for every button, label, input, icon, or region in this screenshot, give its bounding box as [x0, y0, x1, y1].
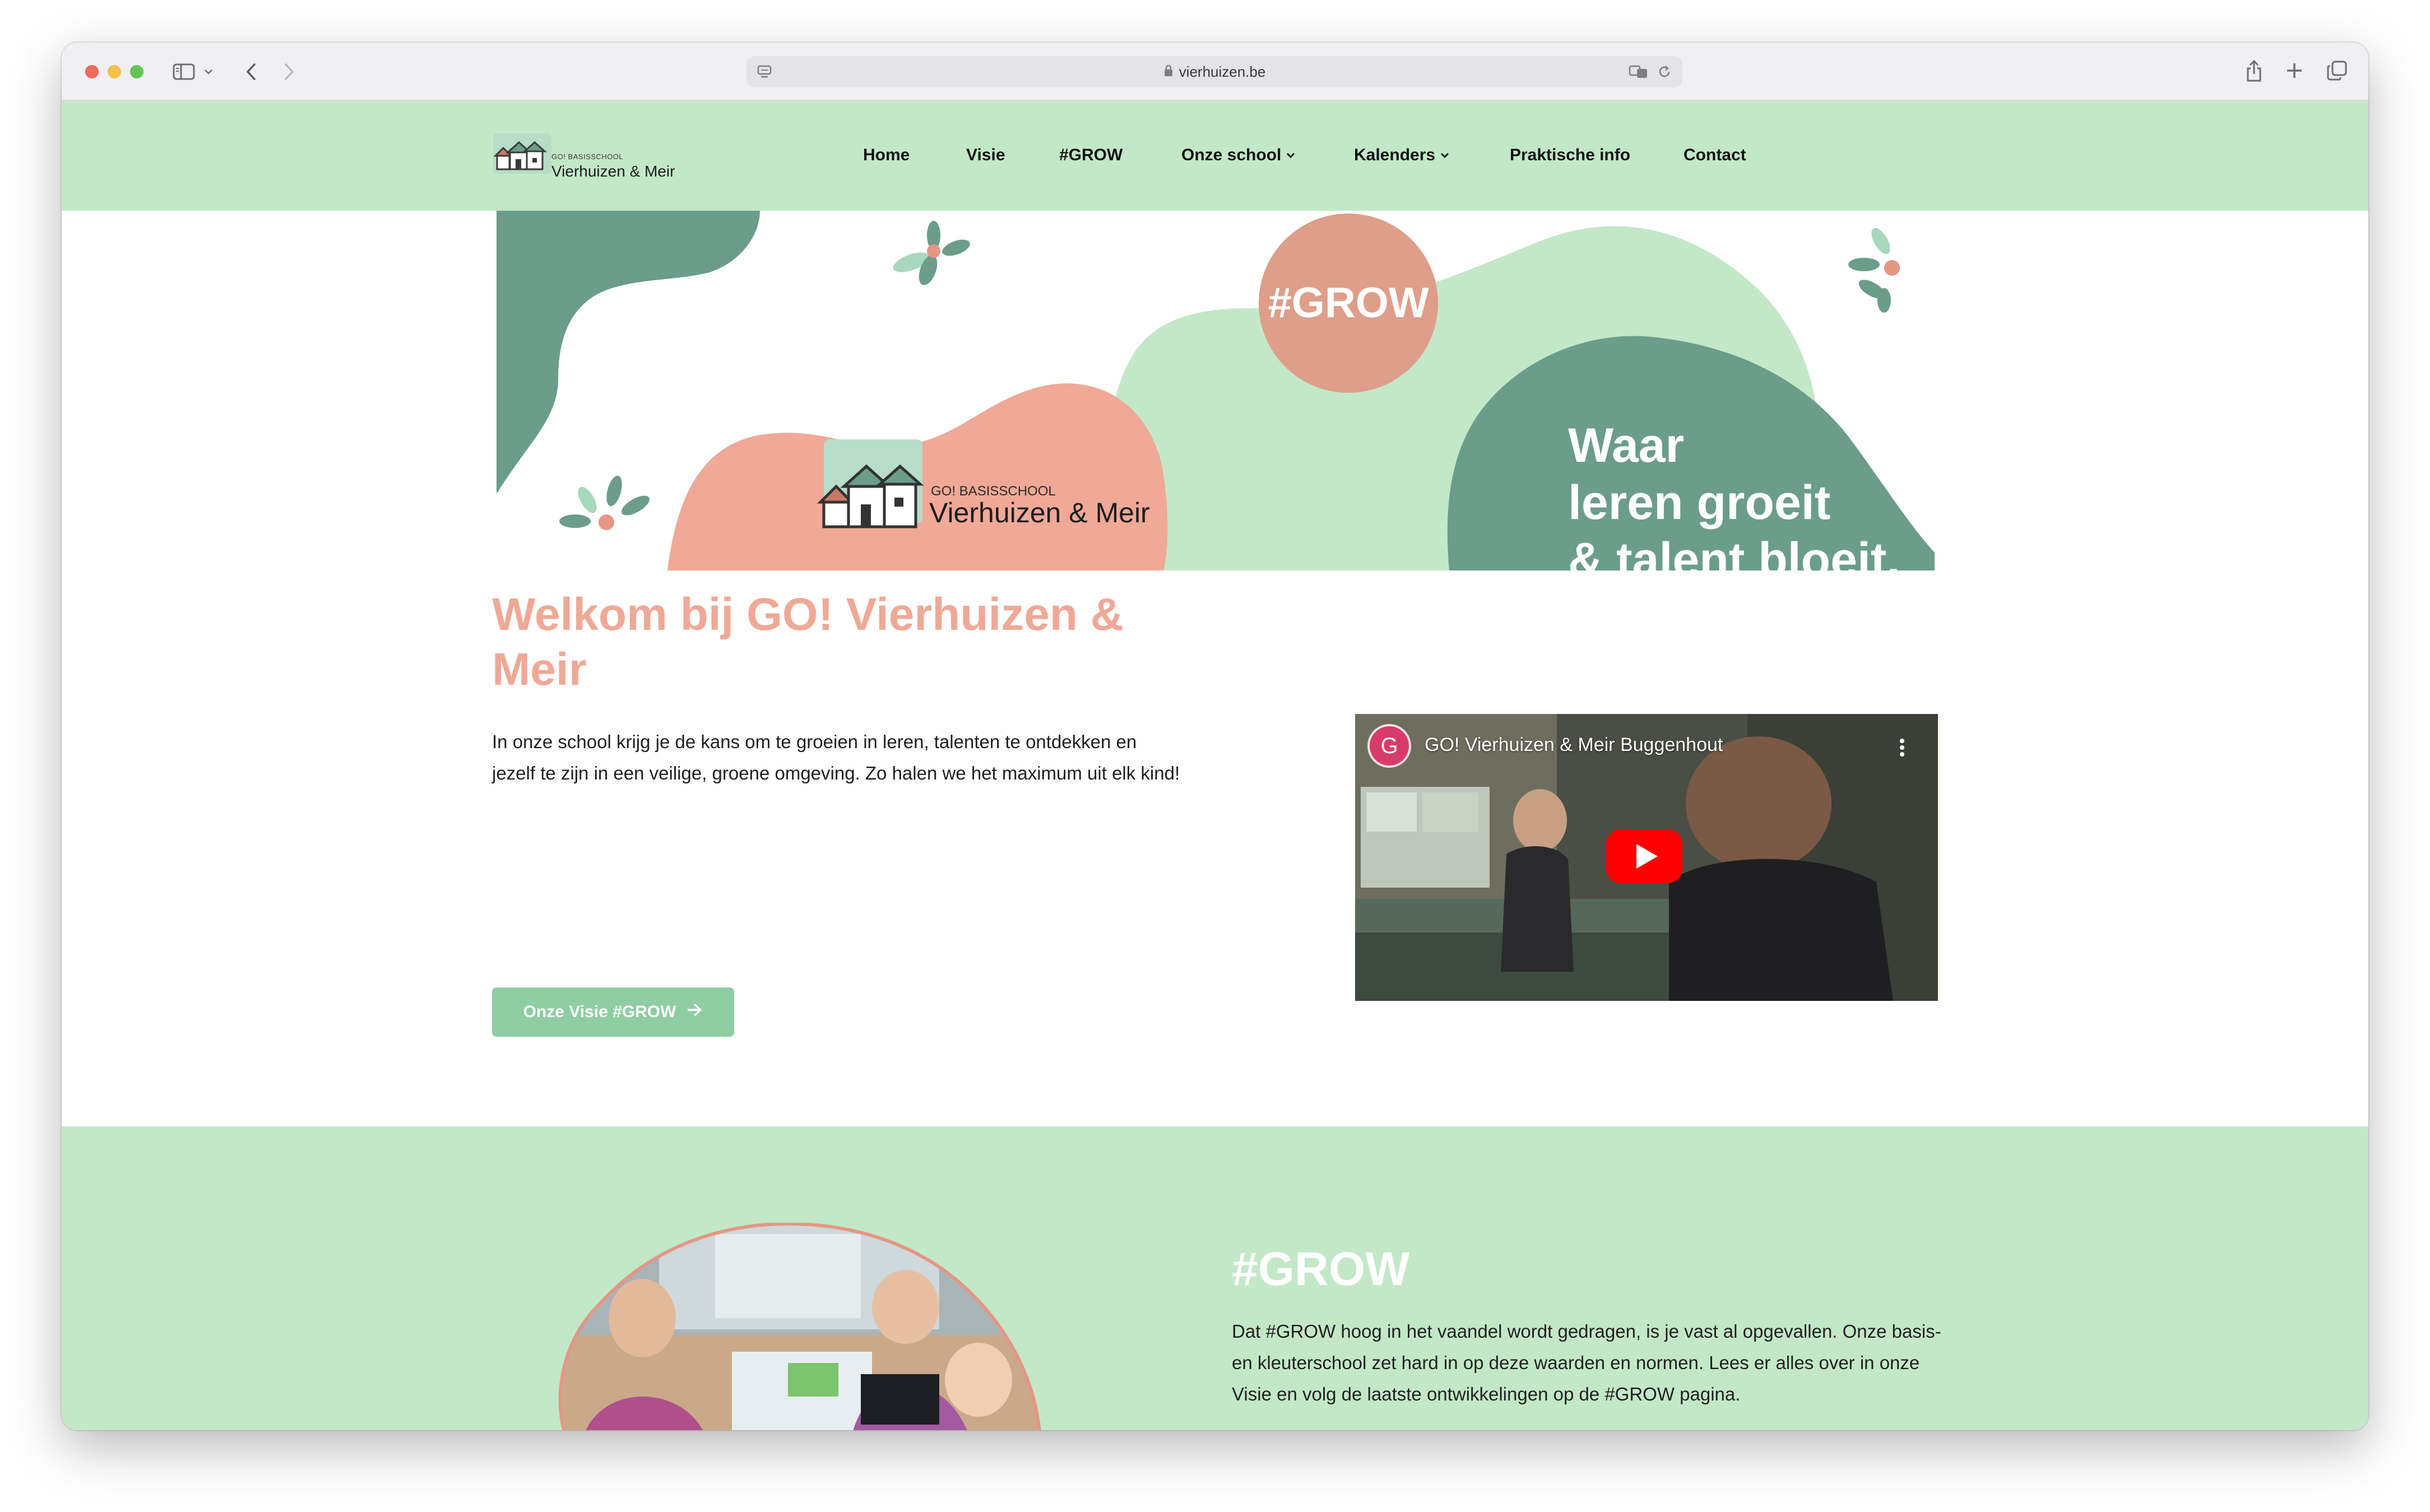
- address-center: vierhuizen.be: [746, 56, 1682, 87]
- chevron-down-icon: [1286, 152, 1296, 159]
- slogan-line-2: leren groeit: [1568, 476, 1830, 530]
- minimize-window-button[interactable]: [108, 65, 121, 78]
- school-houses-icon: [493, 133, 551, 174]
- nav-visie[interactable]: Visie: [966, 141, 1005, 169]
- back-icon[interactable]: [240, 59, 262, 84]
- nav-onze-school-label: Onze school: [1181, 146, 1282, 164]
- chevron-down-icon[interactable]: [202, 63, 215, 81]
- visie-grow-button-label: Onze Visie #GROW: [523, 1003, 676, 1021]
- forward-icon[interactable]: [278, 59, 300, 84]
- logo-title: Vierhuizen & Meir: [551, 163, 675, 180]
- grow-badge-text: #GROW: [1268, 279, 1429, 327]
- grow-title: #GROW: [1232, 1242, 1410, 1295]
- nav-kalenders-label: Kalenders: [1354, 146, 1436, 164]
- nav-onze-school[interactable]: Onze school: [1181, 141, 1296, 169]
- banner-logo-big: Vierhuizen & Meir: [929, 497, 1150, 528]
- play-button-icon[interactable]: [1606, 829, 1682, 883]
- video-title[interactable]: GO! Vierhuizen & Meir Buggenhout: [1425, 734, 1723, 756]
- welcome-title: Welkom bij GO! Vierhuizen & Meir: [492, 589, 1124, 695]
- new-tab-icon[interactable]: [2282, 58, 2307, 83]
- translate-icon[interactable]: [1627, 63, 1650, 81]
- nav-kalenders[interactable]: Kalenders: [1354, 141, 1450, 169]
- zoom-window-button[interactable]: [130, 65, 143, 78]
- flower-icon: [1848, 228, 1900, 313]
- page-viewport: GO! BASISSCHOOL Vierhuizen & Meir Home V…: [62, 101, 2368, 1430]
- nav-praktische-info[interactable]: Praktische info: [1510, 141, 1630, 169]
- chevron-down-icon: [1440, 152, 1450, 159]
- close-window-button[interactable]: [85, 65, 99, 78]
- grow-text: Dat #GROW hoog in het vaandel wordt gedr…: [1232, 1321, 1941, 1404]
- logo-subtitle: GO! BASISSCHOOL: [551, 152, 624, 161]
- banner-logo-small: GO! BASISSCHOOL: [931, 484, 1056, 499]
- slogan-line-1: Waar: [1568, 419, 1684, 472]
- site-logo[interactable]: GO! BASISSCHOOL Vierhuizen & Meir: [493, 133, 695, 184]
- grow-photo: [558, 1223, 1041, 1430]
- share-icon[interactable]: [2242, 57, 2266, 85]
- nav-home[interactable]: Home: [863, 141, 910, 169]
- flower-icon: [559, 475, 650, 530]
- browser-toolbar: vierhuizen.be: [62, 43, 2368, 101]
- flower-icon: [893, 221, 970, 285]
- slogan-line-3: & talent bloeit.: [1568, 533, 1900, 571]
- banner-logo: [817, 439, 924, 528]
- browser-window: vierhuizen.be GO! BASISSCHOOL Vierhuizen…: [62, 43, 2368, 1430]
- welcome-text: In onze school krijg je de kans om te gr…: [492, 731, 1180, 783]
- grow-section: [62, 1126, 2368, 1430]
- arrow-right-icon: [686, 1003, 703, 1022]
- hero-banner: #GROW Waar leren groeit & talent bloeit.: [497, 211, 1935, 571]
- nav-contact[interactable]: Contact: [1684, 141, 1746, 169]
- visie-grow-button[interactable]: Onze Visie #GROW: [492, 987, 734, 1037]
- url-text: vierhuizen.be: [1179, 63, 1266, 80]
- channel-avatar[interactable]: G: [1367, 724, 1411, 768]
- tab-overview-icon[interactable]: [2325, 58, 2349, 83]
- address-bar[interactable]: vierhuizen.be: [746, 56, 1682, 87]
- youtube-video[interactable]: G GO! Vierhuizen & Meir Buggenhout: [1355, 714, 1938, 1001]
- more-options-icon[interactable]: [1896, 736, 1908, 759]
- site-header: GO! BASISSCHOOL Vierhuizen & Meir Home V…: [62, 101, 2368, 211]
- hero-banner-illustration: #GROW Waar leren groeit & talent bloeit.: [497, 211, 1935, 571]
- lock-icon: [1163, 64, 1174, 80]
- nav-grow[interactable]: #GROW: [1059, 141, 1123, 169]
- sidebar-icon[interactable]: [171, 59, 196, 84]
- reload-icon[interactable]: [1655, 63, 1673, 81]
- teal-blob-left: [497, 211, 760, 494]
